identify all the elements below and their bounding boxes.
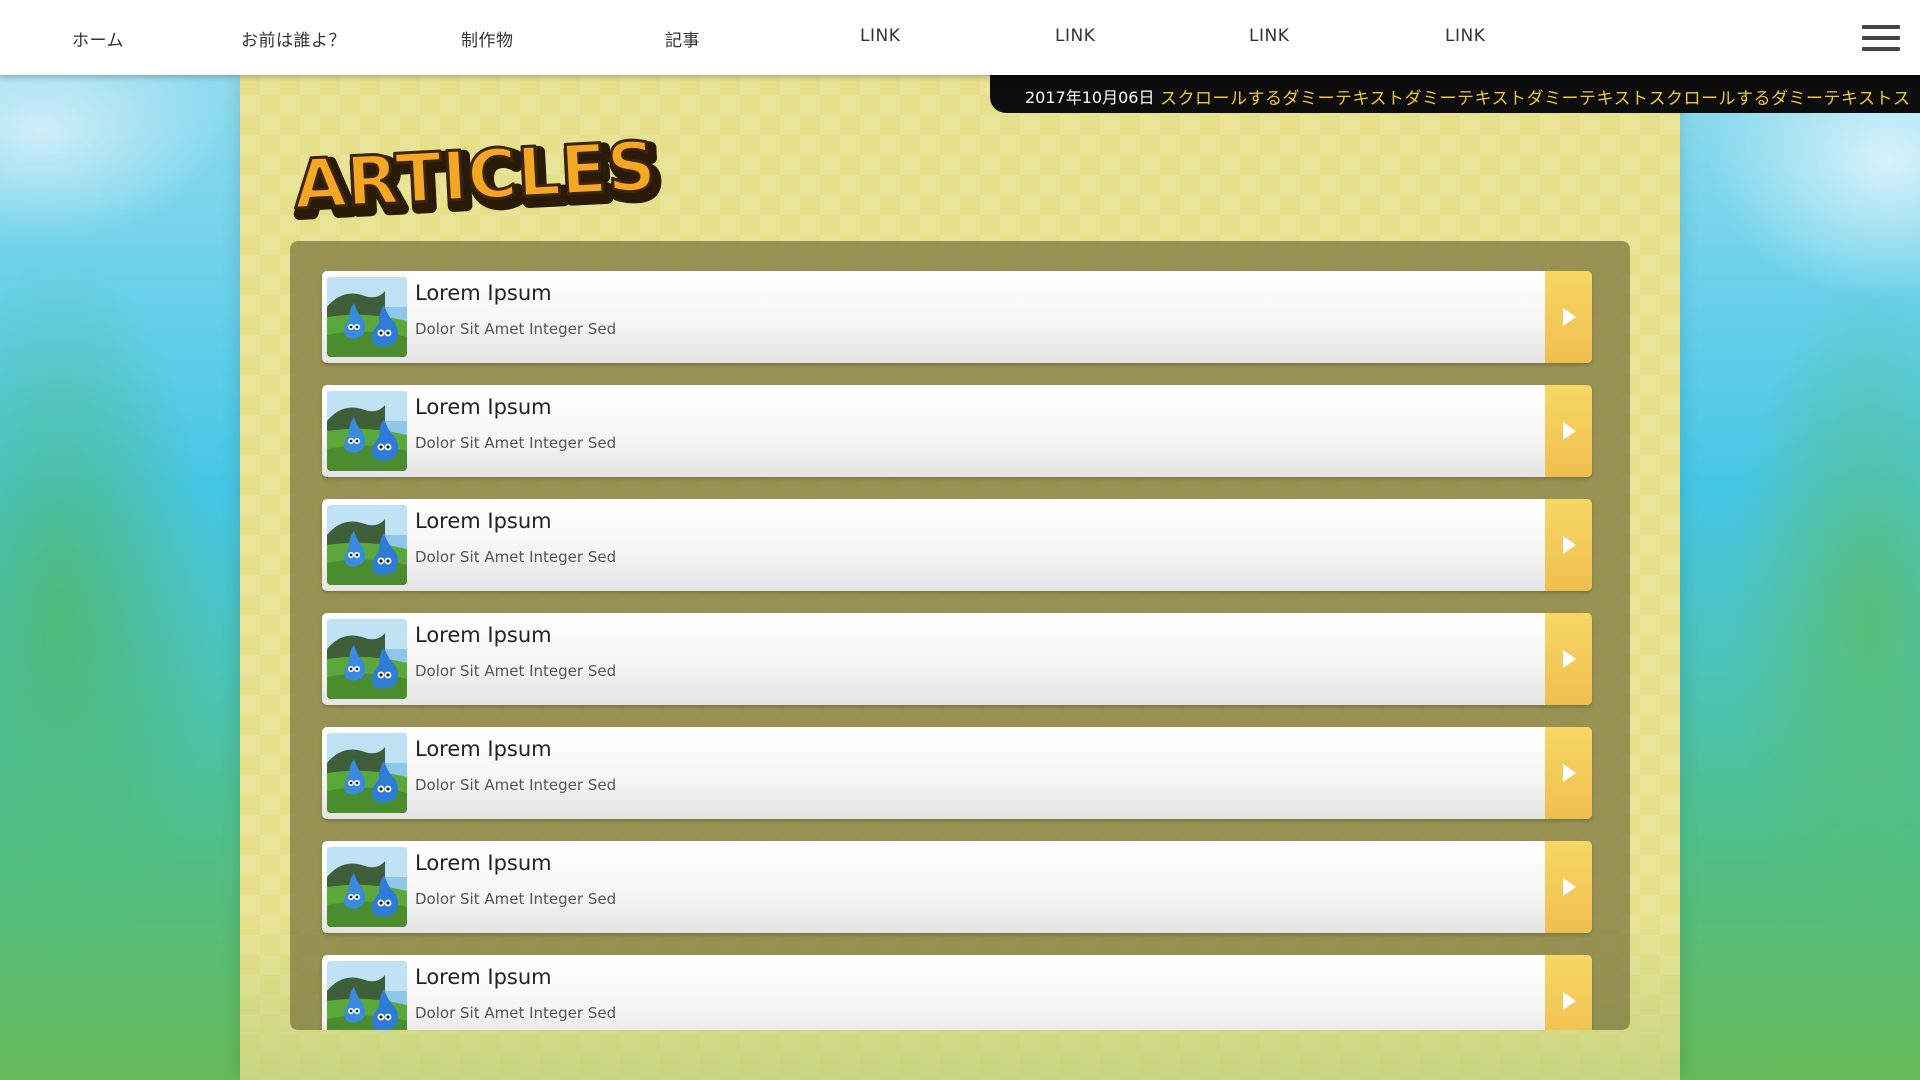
article-title: Lorem Ipsum [415,851,552,875]
article-title: Lorem Ipsum [415,509,552,533]
nav-link-4[interactable]: LINK [1445,26,1485,46]
play-arrow-icon [1563,764,1576,782]
ticker-text: スクロールするダミーテキストダミーテキストダミーテキストスクロールするダミーテキ… [1160,89,1911,109]
article-subtitle: Dolor Sit Amet Integer Sed [415,1004,617,1022]
articles-list: Lorem Ipsum Dolor Sit Amet Integer Sed L… [322,271,1592,1030]
article-card[interactable]: Lorem Ipsum Dolor Sit Amet Integer Sed [322,271,1592,363]
ticker-date: 2017年10月06日 [1025,88,1155,107]
play-arrow-icon [1563,650,1576,668]
article-thumbnail [327,733,407,813]
article-open-button[interactable] [1545,727,1592,819]
article-subtitle: Dolor Sit Amet Integer Sed [415,662,617,680]
article-subtitle: Dolor Sit Amet Integer Sed [415,776,617,794]
play-arrow-icon [1563,422,1576,440]
article-title: Lorem Ipsum [415,281,552,305]
article-open-button[interactable] [1545,385,1592,477]
article-open-button[interactable] [1545,955,1592,1030]
article-card[interactable]: Lorem Ipsum Dolor Sit Amet Integer Sed [322,841,1592,933]
article-subtitle: Dolor Sit Amet Integer Sed [415,548,617,566]
article-open-button[interactable] [1545,841,1592,933]
article-open-button[interactable] [1545,271,1592,363]
page-title-text: ARTICLES [292,127,658,222]
nav-link-2[interactable]: LINK [1055,26,1095,46]
article-thumbnail [327,277,407,357]
articles-title-logo: ARTICLES ARTICLES [290,126,668,237]
article-card[interactable]: Lorem Ipsum Dolor Sit Amet Integer Sed [322,955,1592,1030]
play-arrow-icon [1563,878,1576,896]
play-arrow-icon [1563,308,1576,326]
articles-list-container[interactable]: Lorem Ipsum Dolor Sit Amet Integer Sed L… [290,241,1630,1030]
nav-about[interactable]: お前は誰よ？ [241,26,346,51]
top-navigation: ホーム お前は誰よ？ 制作物 記事 LINK LINK LINK LINK [0,0,1920,75]
nav-link-3[interactable]: LINK [1249,26,1289,46]
nav-link-1[interactable]: LINK [860,26,900,46]
page-title: ARTICLES ARTICLES [290,122,690,237]
article-card[interactable]: Lorem Ipsum Dolor Sit Amet Integer Sed [322,385,1592,477]
play-arrow-icon [1563,536,1576,554]
article-subtitle: Dolor Sit Amet Integer Sed [415,434,617,452]
news-ticker: 2017年10月06日 スクロールするダミーテキストダミーテキストダミーテキスト… [990,75,1920,113]
article-thumbnail [327,847,407,927]
article-open-button[interactable] [1545,613,1592,705]
article-thumbnail [327,619,407,699]
article-subtitle: Dolor Sit Amet Integer Sed [415,320,617,338]
article-subtitle: Dolor Sit Amet Integer Sed [415,890,617,908]
nav-works[interactable]: 制作物 [461,26,514,51]
article-title: Lorem Ipsum [415,623,552,647]
article-open-button[interactable] [1545,499,1592,591]
article-thumbnail [327,961,407,1030]
article-title: Lorem Ipsum [415,737,552,761]
nav-home[interactable]: ホーム [72,26,124,51]
article-card[interactable]: Lorem Ipsum Dolor Sit Amet Integer Sed [322,727,1592,819]
article-card[interactable]: Lorem Ipsum Dolor Sit Amet Integer Sed [322,613,1592,705]
hamburger-menu-icon[interactable] [1862,25,1900,51]
article-title: Lorem Ipsum [415,395,552,419]
nav-articles[interactable]: 記事 [665,26,700,51]
article-thumbnail [327,505,407,585]
article-thumbnail [327,391,407,471]
play-arrow-icon [1563,992,1576,1010]
article-card[interactable]: Lorem Ipsum Dolor Sit Amet Integer Sed [322,499,1592,591]
article-title: Lorem Ipsum [415,965,552,989]
